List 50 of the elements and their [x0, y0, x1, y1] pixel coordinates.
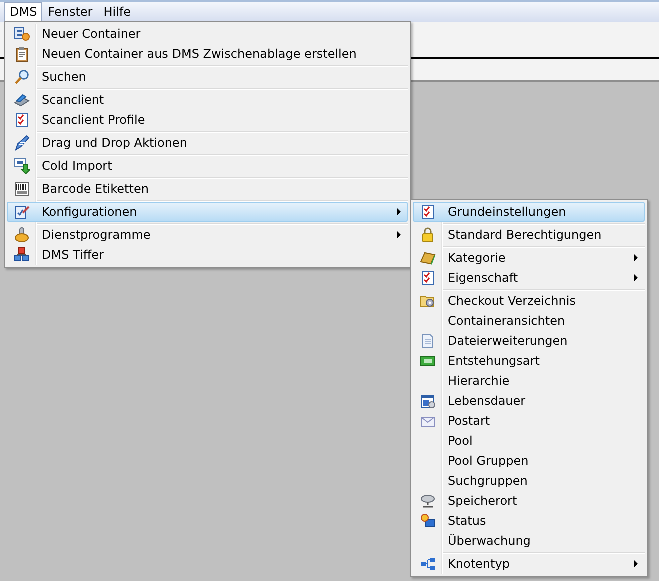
document-icon — [420, 333, 436, 349]
menu-item[interactable]: Entstehungsart — [413, 351, 645, 371]
menu-item[interactable]: Hierarchie — [413, 371, 645, 391]
network-icon — [14, 247, 30, 263]
menu-item[interactable]: Pool — [413, 431, 645, 451]
menu-item[interactable]: Standard Berechtigungen — [413, 225, 645, 245]
clipboard-icon — [14, 46, 30, 62]
menu-item[interactable]: Scanclient — [7, 90, 408, 110]
status-icon — [420, 513, 436, 529]
menubar-item[interactable]: DMS — [4, 2, 42, 22]
menu-item[interactable]: Speicherort — [413, 491, 645, 511]
menu-item[interactable]: Checkout Verzeichnis — [413, 291, 645, 311]
menu-item[interactable]: Barcode Etiketten — [7, 179, 408, 199]
menu-item[interactable]: Knotentyp — [413, 554, 645, 574]
menu-item[interactable]: Scanclient Profile — [7, 110, 408, 130]
scanner-icon — [14, 92, 30, 108]
menu-item[interactable]: Kategorie — [413, 248, 645, 268]
checklist-icon — [14, 112, 30, 128]
menu-item[interactable]: Status — [413, 511, 645, 531]
card-icon — [420, 353, 436, 369]
container-icon — [14, 26, 30, 42]
menu-item[interactable]: Pool Gruppen — [413, 451, 645, 471]
menu-item[interactable]: Suchgruppen — [413, 471, 645, 491]
menu-item[interactable]: Lebensdauer — [413, 391, 645, 411]
pen-icon — [14, 135, 30, 151]
book-icon — [420, 250, 436, 266]
checklist-icon — [420, 204, 436, 220]
menu-item[interactable]: Grundeinstellungen — [413, 202, 645, 222]
menu-item[interactable]: Neuer Container — [7, 24, 408, 44]
menubar-item[interactable]: Hilfe — [98, 2, 136, 22]
menu-item[interactable]: Postart — [413, 411, 645, 431]
menu-item[interactable]: Konfigurationen — [7, 202, 408, 222]
import-icon — [14, 158, 30, 174]
menu-item[interactable]: Neuen Container aus DMS Zwischenablage erstellen — [7, 44, 408, 64]
search-icon — [14, 69, 30, 85]
menu-item[interactable]: Dateierweiterungen — [413, 331, 645, 351]
menu-item[interactable]: Drag und Drop Aktionen — [7, 133, 408, 153]
lock-icon — [420, 227, 436, 243]
menu-item[interactable]: Eigenschaft — [413, 268, 645, 288]
tree-icon — [420, 556, 436, 572]
menu-item[interactable]: Überwachung — [413, 531, 645, 551]
menu-item[interactable]: Suchen — [7, 67, 408, 87]
calendar-icon — [420, 393, 436, 409]
menubar-item[interactable]: Fenster — [42, 2, 98, 22]
checklist-icon — [420, 270, 436, 286]
menu-item[interactable]: Cold Import — [7, 156, 408, 176]
menu-item[interactable]: Dienstprogramme — [7, 225, 408, 245]
menu-item[interactable]: Containeransichten — [413, 311, 645, 331]
barcode-icon — [14, 181, 30, 197]
menu-item[interactable]: DMS Tiffer — [7, 245, 408, 265]
